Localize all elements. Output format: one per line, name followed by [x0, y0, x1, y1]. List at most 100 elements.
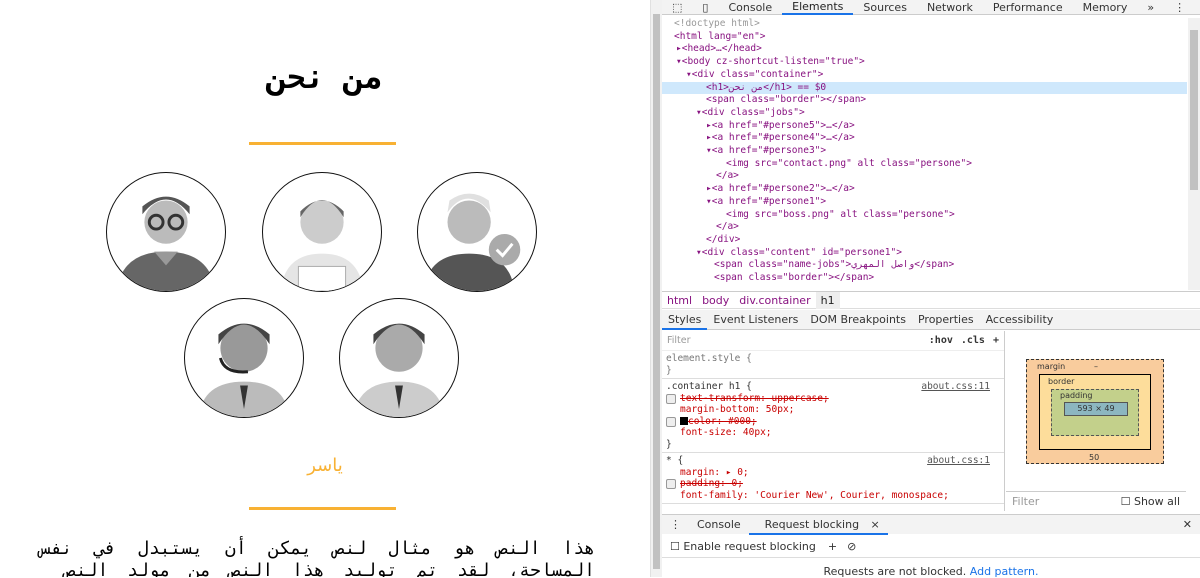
- drawer-tab-console[interactable]: Console: [689, 518, 749, 531]
- border-label: border: [1048, 377, 1075, 386]
- dom-node-selected[interactable]: <h1>من نحن</h1> == $0: [662, 81, 1187, 95]
- styles-filter-input[interactable]: Filter: [667, 335, 691, 347]
- tab-sources[interactable]: Sources: [853, 1, 917, 14]
- page-scrollbar[interactable]: [650, 0, 662, 577]
- add-pattern-link[interactable]: Add pattern.: [970, 565, 1039, 578]
- color-swatch[interactable]: [680, 417, 688, 425]
- styles-tabbar: Styles Event Listeners DOM Breakpoints P…: [662, 310, 1200, 330]
- inspect-icon[interactable]: ⬚: [662, 1, 692, 14]
- styles-pane: Filter:hov .cls + element.style {} .contai…: [662, 331, 1005, 511]
- rule-source-link[interactable]: about.css:11: [921, 381, 990, 393]
- dom-node[interactable]: ▾<body cz-shortcut-listen="true">: [662, 56, 1187, 69]
- more-tabs-icon[interactable]: »: [1137, 1, 1164, 14]
- dom-node[interactable]: ▾<a href="#persone1">: [662, 196, 1187, 209]
- css-property[interactable]: text-transform: uppercase;: [666, 393, 1000, 405]
- clear-block-icon[interactable]: ⊘: [847, 540, 856, 553]
- add-rule-icon[interactable]: +: [993, 335, 999, 347]
- tab-performance[interactable]: Performance: [983, 1, 1073, 14]
- margin-bottom: 50: [1089, 453, 1100, 462]
- tab-console[interactable]: Console: [718, 1, 782, 14]
- dom-node[interactable]: </a>: [662, 221, 1187, 234]
- tab-memory[interactable]: Memory: [1073, 1, 1138, 14]
- devtools-tabbar: ⬚ ▯ Console Elements Sources Network Per…: [662, 0, 1200, 15]
- crumb-h1[interactable]: h1: [815, 291, 840, 309]
- show-all-checkbox[interactable]: ☐ Show all: [1121, 495, 1180, 508]
- tab-network[interactable]: Network: [917, 1, 983, 14]
- dom-node[interactable]: <!doctype html>: [662, 18, 1187, 31]
- tab-properties[interactable]: Properties: [912, 313, 980, 326]
- margin-top: –: [1094, 362, 1098, 371]
- drawer-tabbar: ⋮ Console Request blocking × ✕: [662, 514, 1200, 535]
- dom-node[interactable]: ▾<div class="container">: [662, 69, 1187, 82]
- css-property[interactable]: margin: ▸ 0;: [666, 467, 1000, 479]
- drawer-menu-icon[interactable]: ⋮: [662, 518, 689, 531]
- breadcrumb: html body div.container h1: [662, 291, 1200, 309]
- dom-node[interactable]: ▸<head>…</head>: [662, 43, 1187, 56]
- cls-button[interactable]: .cls: [961, 335, 985, 347]
- crumb-html[interactable]: html: [662, 294, 697, 307]
- tab-dom-breakpoints[interactable]: DOM Breakpoints: [804, 313, 912, 326]
- persone1-avatar[interactable]: [339, 298, 459, 418]
- title-underline: [249, 142, 396, 145]
- rule-close: }: [666, 364, 672, 376]
- css-property[interactable]: font-family: 'Courier New', Courier, mon…: [666, 490, 1000, 502]
- css-property[interactable]: color: #000;: [666, 416, 1000, 428]
- add-pattern-icon[interactable]: +: [828, 540, 837, 553]
- dom-node[interactable]: <img src="boss.png" alt class="persone">: [662, 209, 1187, 222]
- dom-node[interactable]: ▸<a href="#persone5">…</a>: [662, 120, 1187, 133]
- dom-node[interactable]: ▸<a href="#persone2">…</a>: [662, 183, 1187, 196]
- dom-node[interactable]: </a>: [662, 170, 1187, 183]
- tab-accessibility[interactable]: Accessibility: [980, 313, 1060, 326]
- kebab-menu-icon[interactable]: ⋮: [1164, 1, 1195, 14]
- hov-button[interactable]: :hov: [929, 335, 953, 347]
- request-blocking-message: Requests are not blocked. Add pattern.: [823, 565, 1039, 578]
- close-devtools-icon[interactable]: ✕: [1195, 1, 1200, 14]
- dom-node[interactable]: ▾<div class="content" id="persone1">: [662, 247, 1187, 260]
- close-drawer-icon[interactable]: ✕: [1175, 518, 1200, 531]
- name-underline: [249, 507, 396, 510]
- dom-node[interactable]: <span class="border"></span>: [662, 94, 1187, 107]
- web-page: من نحن ياسر هذا النص هو مثال لنص يمكن أن…: [0, 0, 650, 577]
- persone5-avatar[interactable]: [106, 172, 226, 292]
- dom-node[interactable]: </div>: [662, 234, 1187, 247]
- css-property[interactable]: margin-bottom: 50px;: [666, 404, 1000, 416]
- devtools-panel: ⬚ ▯ Console Elements Sources Network Per…: [662, 0, 1200, 578]
- persone4-avatar[interactable]: [262, 172, 382, 292]
- crumb-body[interactable]: body: [697, 294, 734, 307]
- dom-scrollbar[interactable]: [1188, 18, 1200, 290]
- drawer-tab-request-blocking[interactable]: Request blocking ×: [748, 515, 888, 535]
- rule-close: }: [666, 438, 672, 450]
- tab-event-listeners[interactable]: Event Listeners: [707, 313, 804, 326]
- dom-node[interactable]: <span class="name-jobs">واصل المهري</spa…: [662, 259, 1187, 272]
- persone3-avatar[interactable]: [417, 172, 537, 292]
- tab-styles[interactable]: Styles: [662, 310, 708, 330]
- computed-filter-input[interactable]: Filter: [1012, 495, 1039, 508]
- margin-label: margin: [1037, 362, 1066, 371]
- persone2-avatar[interactable]: [184, 298, 304, 418]
- dom-node[interactable]: <html lang="en">: [662, 31, 1187, 44]
- css-property[interactable]: padding: 0;: [666, 478, 1000, 490]
- box-content: 593 × 49: [1064, 402, 1128, 416]
- dom-node[interactable]: ▾<div class="jobs">: [662, 107, 1187, 120]
- enable-blocking-checkbox[interactable]: ☐ Enable request blocking: [670, 540, 816, 553]
- element-style-selector: element.style {: [666, 353, 752, 364]
- padding-label: padding: [1060, 391, 1093, 400]
- crumb-container[interactable]: div.container: [734, 294, 815, 307]
- box-padding: padding 593 × 49: [1051, 389, 1139, 436]
- about-paragraph: هذا النص هو مثال لنص يمكن أن يستبدل في ن…: [40, 538, 595, 577]
- dom-node[interactable]: ▾<a href="#persone3">: [662, 145, 1187, 158]
- dom-tree: <!doctype html> <html lang="en"> ▸<head>…: [662, 18, 1187, 290]
- box-margin: margin – 50 border padding 593 × 49: [1026, 359, 1164, 464]
- tab-elements[interactable]: Elements: [782, 0, 854, 15]
- device-toggle-icon[interactable]: ▯: [692, 1, 718, 14]
- page-title: من نحن: [267, 58, 383, 96]
- request-blocking-toolbar: ☐ Enable request blocking + ⊘: [662, 536, 1200, 558]
- rule-source-link[interactable]: about.css:1: [927, 455, 990, 467]
- box-border: border padding 593 × 49: [1039, 374, 1151, 450]
- css-property[interactable]: font-size: 40px;: [666, 427, 1000, 439]
- box-model: margin – 50 border padding 593 × 49 Filt…: [1006, 331, 1200, 511]
- dom-node[interactable]: ▸<a href="#persone4">…</a>: [662, 132, 1187, 145]
- person-name: ياسر: [307, 455, 343, 476]
- dom-node[interactable]: <img src="contact.png" alt class="person…: [662, 158, 1187, 171]
- dom-node[interactable]: <span class="border"></span>: [662, 272, 1187, 285]
